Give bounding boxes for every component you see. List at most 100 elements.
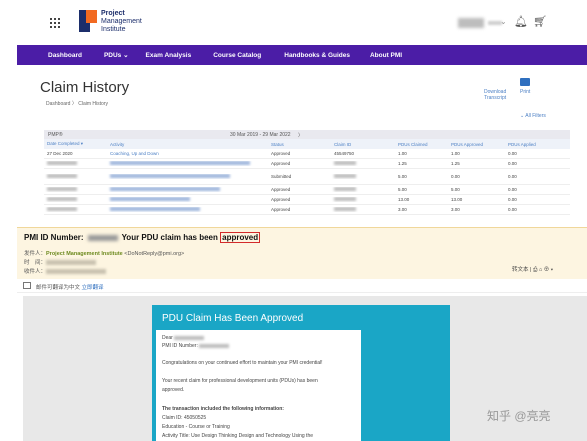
col-status[interactable]: Status bbox=[268, 142, 331, 147]
row-claim-id-blurred bbox=[331, 174, 395, 179]
row-claim-id-blurred bbox=[331, 197, 395, 202]
nav-item-about[interactable]: About PMI bbox=[370, 52, 402, 59]
row-claimed: 1.25 bbox=[398, 161, 407, 166]
date-range: 30 Mar 2019 - 29 Mar 2022 bbox=[230, 132, 291, 138]
col-claim-id[interactable]: Claim ID bbox=[331, 142, 395, 147]
translate-bar: 邮件可翻译为中文 立即翻译 bbox=[17, 279, 587, 293]
row-status: Approved bbox=[271, 207, 291, 212]
email-recent-line2: approved. bbox=[162, 387, 185, 393]
email-dear: Dear bbox=[162, 335, 205, 341]
watermark: 知乎 @亮亮 bbox=[487, 409, 551, 423]
row-status: Approved bbox=[271, 151, 291, 156]
row-activity-link[interactable]: Coaching, Up and Down bbox=[107, 151, 268, 156]
table-row[interactable]: Approved 5.00 5.00 0.00 bbox=[44, 185, 570, 195]
col-pdus-claimed[interactable]: PDUs Claimed bbox=[395, 142, 448, 147]
row-applied: 0.00 bbox=[508, 197, 517, 202]
email-education: Education - Course or Training bbox=[162, 424, 230, 430]
email-activity-title: Activity Title: Use Design Thinking Desi… bbox=[162, 433, 314, 439]
table-period-bar: PMP® 30 Mar 2019 - 29 Mar 2022 〉 bbox=[44, 130, 570, 139]
table-header: Date Completed ▾ Activity Status Claim I… bbox=[44, 139, 570, 149]
email-subject: PMI ID Number: Your PDU claim has been ap… bbox=[24, 232, 261, 243]
app-grid-icon[interactable] bbox=[50, 18, 60, 28]
nav-item-course-catalog[interactable]: Course Catalog bbox=[213, 52, 261, 59]
row-claim-id-blurred bbox=[331, 207, 395, 212]
row-claimed: 5.00 bbox=[398, 187, 407, 192]
bell-icon[interactable]: 🔔︎ bbox=[514, 15, 528, 28]
pmi-logo[interactable]: Project Management Institute bbox=[79, 10, 142, 34]
row-activity-blurred[interactable] bbox=[107, 174, 268, 179]
print-button[interactable]: Print bbox=[520, 78, 530, 95]
chevron-down-icon[interactable]: ⌄ bbox=[500, 17, 507, 26]
email-header: PMI ID Number: Your PDU claim has been ap… bbox=[17, 227, 587, 287]
breadcrumb[interactable]: Dashboard 〉 Claim History bbox=[46, 100, 108, 107]
row-activity-blurred[interactable] bbox=[107, 187, 268, 192]
row-claimed: 1.00 bbox=[398, 151, 407, 156]
page-title: Claim History bbox=[40, 79, 130, 96]
row-approved: 0.00 bbox=[451, 174, 460, 179]
download-transcript-link[interactable]: Download Transcript bbox=[484, 89, 506, 101]
translate-icon bbox=[23, 282, 31, 289]
pmi-logo-text: Project Management Institute bbox=[101, 10, 142, 33]
row-applied: 0.00 bbox=[508, 187, 517, 192]
nav-item-exam-analysis[interactable]: Exam Analysis bbox=[146, 52, 192, 59]
screenshot-root: Project Management Institute ⌄ 🔔︎ 🛒︎ Das… bbox=[0, 0, 587, 441]
row-activity-blurred[interactable] bbox=[107, 161, 268, 166]
printer-icon bbox=[520, 78, 531, 86]
email-tools[interactable]: 转文本 | ⎙ ⌂ ⊕ ▾ bbox=[512, 265, 553, 274]
row-date-blurred bbox=[44, 187, 107, 192]
row-claimed: 5.00 bbox=[398, 174, 407, 179]
cart-icon[interactable]: 🛒︎ bbox=[533, 15, 547, 28]
pmi-logo-mark bbox=[79, 10, 97, 32]
table-row[interactable]: Approved 13.00 13.00 0.00 bbox=[44, 195, 570, 205]
row-claim-id: 45549750 bbox=[334, 151, 355, 156]
table-row[interactable]: Submitted 5.00 0.00 0.00 bbox=[44, 169, 570, 185]
nav-item-handbooks[interactable]: Handbooks & Guides bbox=[284, 52, 350, 59]
row-activity-blurred[interactable] bbox=[107, 197, 268, 202]
pmi-id-blurred bbox=[87, 234, 118, 241]
row-activity-blurred[interactable] bbox=[107, 207, 268, 212]
row-date: 27 Dec 2020 bbox=[47, 151, 73, 156]
translate-now-link[interactable]: 立即翻译 bbox=[82, 285, 104, 291]
row-approved: 5.00 bbox=[451, 187, 460, 192]
row-applied: 0.00 bbox=[508, 151, 517, 156]
all-filters-toggle[interactable]: ⌄ All Filters bbox=[520, 113, 546, 119]
row-claim-id-blurred bbox=[331, 161, 395, 166]
row-applied: 0.00 bbox=[508, 161, 517, 166]
email-congrats: Congratulations on your continued effort… bbox=[162, 360, 323, 366]
email-to: 收件人： bbox=[24, 267, 107, 275]
row-date-blurred bbox=[44, 174, 107, 179]
col-pdus-approved[interactable]: PDUs Approved bbox=[448, 142, 505, 147]
email-recent-line1: Your recent claim for professional devel… bbox=[162, 378, 318, 384]
site-header: Project Management Institute ⌄ 🔔︎ 🛒︎ bbox=[0, 0, 587, 44]
email-body-title: PDU Claim Has Been Approved bbox=[162, 313, 304, 324]
row-status: Approved bbox=[271, 161, 291, 166]
date-next-icon[interactable]: 〉 bbox=[298, 132, 303, 139]
main-nav: Dashboard PDUs ⌄ Exam Analysis Course Ca… bbox=[17, 45, 587, 65]
email-pmi-id: PMI ID Number: bbox=[162, 343, 230, 349]
nav-item-dashboard[interactable]: Dashboard bbox=[48, 52, 82, 59]
program-label: PMP® bbox=[48, 132, 63, 138]
email-claim-id: Claim ID: 45050525 bbox=[162, 415, 207, 421]
sender-email[interactable]: <DoNotReply@pmi.org> bbox=[124, 251, 184, 257]
row-claim-id-blurred bbox=[331, 187, 395, 192]
sender-name[interactable]: Project Management Institute bbox=[46, 251, 123, 257]
table-row[interactable]: Approved 1.25 1.25 0.00 bbox=[44, 159, 570, 169]
row-approved: 1.00 bbox=[451, 151, 460, 156]
col-pdus-applied[interactable]: PDUs Applied bbox=[505, 142, 570, 147]
col-activity[interactable]: Activity bbox=[107, 142, 268, 147]
row-claimed: 3.00 bbox=[398, 207, 407, 212]
col-date[interactable]: Date Completed ▾ bbox=[44, 141, 107, 147]
row-date-blurred bbox=[44, 207, 107, 212]
row-approved: 3.00 bbox=[451, 207, 460, 212]
row-status: Approved bbox=[271, 197, 291, 202]
row-approved: 13.00 bbox=[451, 197, 463, 202]
row-date-blurred bbox=[44, 161, 107, 166]
email-card: Dear PMI ID Number: Congratulations on y… bbox=[156, 330, 361, 441]
table-row[interactable]: 27 Dec 2020 Coaching, Up and Down Approv… bbox=[44, 149, 570, 159]
table-row[interactable]: Approved 3.00 3.00 0.00 bbox=[44, 205, 570, 215]
email-transaction: The transaction included the following i… bbox=[162, 406, 284, 412]
row-applied: 0.00 bbox=[508, 207, 517, 212]
nav-item-pdus[interactable]: PDUs ⌄ bbox=[104, 51, 129, 59]
row-date-blurred bbox=[44, 197, 107, 202]
user-avatar-blurred[interactable] bbox=[458, 18, 484, 28]
